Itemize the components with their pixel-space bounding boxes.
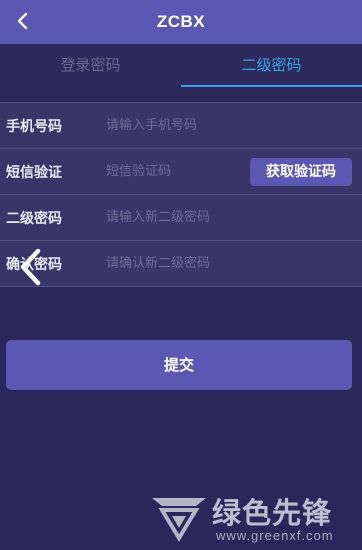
tab-secondary-password[interactable]: 二级密码 (181, 44, 362, 87)
confirm-password-row: 确认密码 (0, 241, 362, 287)
phone-label: 手机号码 (6, 118, 62, 135)
sms-label: 短信验证 (6, 164, 62, 181)
phone-input[interactable] (106, 118, 362, 133)
header-bar: ZCBX (0, 0, 362, 44)
sms-row: 短信验证 获取验证码 (0, 149, 362, 195)
page-title: ZCBX (156, 12, 206, 31)
app-screen: ZCBX 登录密码 二级密码 手机号码 短信验证 获取验证码 二级密码 确认密码 (0, 0, 362, 550)
watermark: 绿色先锋 www.greenxf.com (150, 488, 360, 546)
new-password-field-wrap (106, 195, 362, 240)
watermark-url: www.greenxf.com (216, 528, 334, 543)
new-password-input[interactable] (106, 210, 362, 225)
phone-row: 手机号码 (0, 103, 362, 149)
tab-login-password[interactable]: 登录密码 (0, 44, 181, 87)
password-form: 手机号码 短信验证 获取验证码 二级密码 确认密码 (0, 102, 362, 287)
submit-button[interactable]: 提交 (6, 340, 352, 390)
new-password-label: 二级密码 (6, 210, 62, 227)
chevron-left-icon (20, 248, 41, 286)
phone-field-wrap (106, 103, 362, 148)
get-sms-code-button[interactable]: 获取验证码 (250, 158, 352, 186)
new-password-row: 二级密码 (0, 195, 362, 241)
greenxf-logo-icon (152, 498, 206, 542)
confirm-password-field-wrap (106, 241, 362, 286)
confirm-password-input[interactable] (106, 256, 362, 271)
overlay-back-control[interactable] (12, 243, 48, 291)
tab-bar: 登录密码 二级密码 (0, 44, 362, 87)
watermark-text: 绿色先锋 (212, 496, 333, 530)
